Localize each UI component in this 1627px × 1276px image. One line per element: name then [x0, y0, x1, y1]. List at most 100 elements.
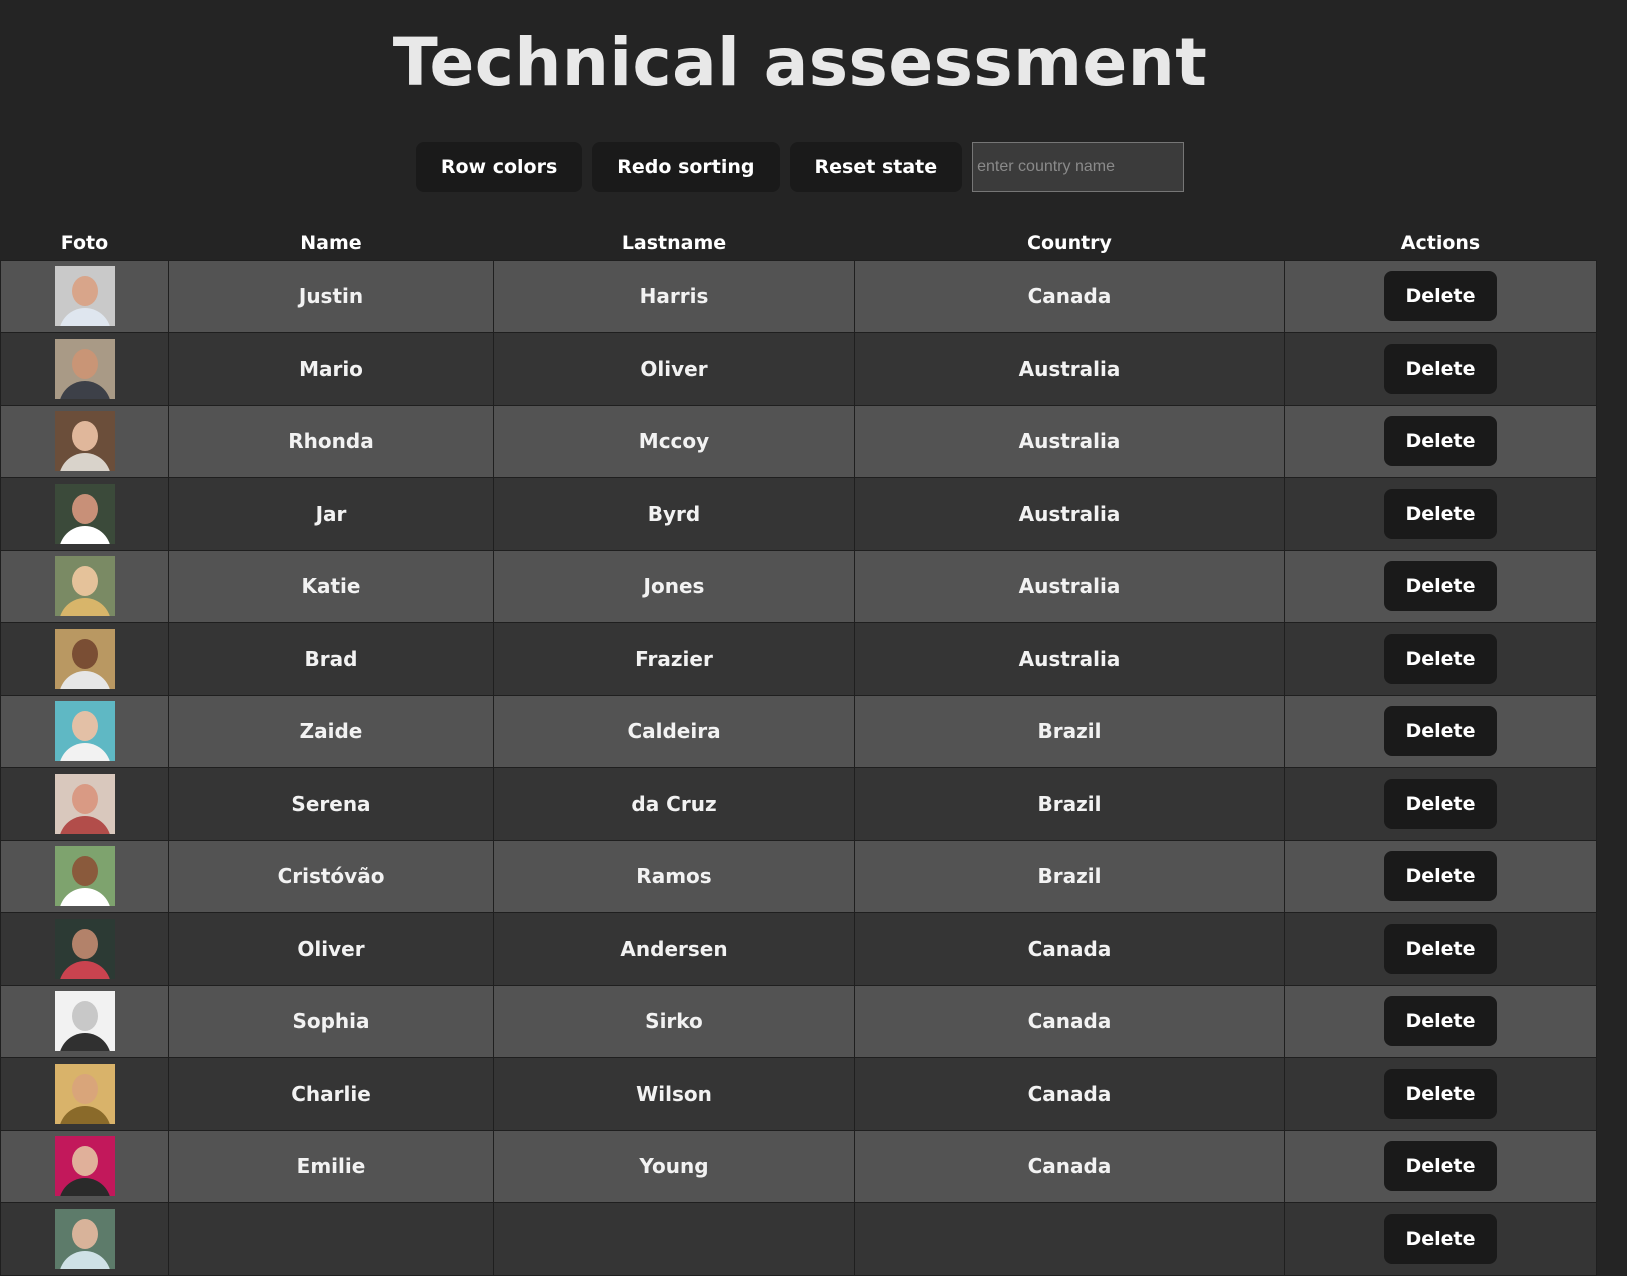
lastname-cell: Sirko: [493, 984, 855, 1058]
name-cell: Charlie: [168, 1057, 494, 1131]
name-cell: Jar: [168, 477, 494, 551]
photo-cell: [0, 259, 169, 333]
country-cell: Canada: [854, 259, 1285, 333]
country-cell: Brazil: [854, 694, 1285, 768]
country-cell: Brazil: [854, 839, 1285, 913]
page-title: Technical assessment: [392, 24, 1208, 101]
name-cell: Brad: [168, 622, 494, 696]
redo-sorting-button[interactable]: Redo sorting: [592, 142, 780, 192]
delete-button[interactable]: Delete: [1384, 488, 1497, 539]
table-row: Delete: [0, 1202, 1597, 1276]
delete-button[interactable]: Delete: [1384, 416, 1497, 467]
country-cell: Canada: [854, 1129, 1285, 1203]
delete-button[interactable]: Delete: [1384, 271, 1497, 322]
table-row: Sophia Sirko Canada Delete: [0, 984, 1597, 1058]
user-photo: [54, 991, 115, 1052]
photo-cell: [0, 332, 169, 406]
name-cell: Rhonda: [168, 404, 494, 478]
actions-cell: Delete: [1284, 477, 1597, 551]
photo-cell: [0, 1129, 169, 1203]
delete-button[interactable]: Delete: [1384, 851, 1497, 902]
country-cell: Australia: [854, 332, 1285, 406]
column-header-lastname[interactable]: Lastname: [494, 226, 855, 260]
name-cell: Justin: [168, 259, 494, 333]
name-cell: Zaide: [168, 694, 494, 768]
country-cell: Australia: [854, 404, 1285, 478]
table-row: Brad Frazier Australia Delete: [0, 622, 1597, 696]
name-cell: Katie: [168, 549, 494, 623]
table-row: Jar Byrd Australia Delete: [0, 477, 1597, 551]
actions-cell: Delete: [1284, 404, 1597, 478]
delete-button[interactable]: Delete: [1384, 923, 1497, 974]
table-body: Justin Harris Canada Delete Mario Oliver Austr…: [0, 259, 1597, 1276]
country-filter-input[interactable]: [972, 142, 1185, 192]
actions-cell: Delete: [1284, 549, 1597, 623]
photo-cell: [0, 1202, 169, 1276]
user-photo: [54, 1063, 115, 1124]
actions-cell: Delete: [1284, 1129, 1597, 1203]
user-photo: [54, 773, 115, 834]
reset-state-button[interactable]: Reset state: [789, 142, 963, 192]
user-photo: [54, 411, 115, 472]
delete-button[interactable]: Delete: [1384, 1213, 1497, 1264]
lastname-cell: Oliver: [493, 332, 855, 406]
user-photo: [54, 338, 115, 399]
column-header-foto[interactable]: Foto: [1, 226, 169, 260]
photo-cell: [0, 694, 169, 768]
photo-cell: [0, 767, 169, 841]
lastname-cell: Wilson: [493, 1057, 855, 1131]
user-photo: [54, 266, 115, 327]
name-cell: Mario: [168, 332, 494, 406]
actions-cell: Delete: [1284, 1202, 1597, 1276]
delete-button[interactable]: Delete: [1384, 706, 1497, 757]
column-header-country[interactable]: Country: [855, 226, 1285, 260]
toolbar: Row colors Redo sorting Reset state: [0, 142, 1600, 192]
table-row: Justin Harris Canada Delete: [0, 259, 1597, 333]
name-cell: Sophia: [168, 984, 494, 1058]
name-cell: Oliver: [168, 912, 494, 986]
table-row: Rhonda Mccoy Australia Delete: [0, 404, 1597, 478]
table-row: Serena da Cruz Brazil Delete: [0, 767, 1597, 841]
lastname-cell: Mccoy: [493, 404, 855, 478]
user-photo: [54, 701, 115, 762]
country-cell: Australia: [854, 477, 1285, 551]
delete-button[interactable]: Delete: [1384, 343, 1497, 394]
photo-cell: [0, 912, 169, 986]
delete-button[interactable]: Delete: [1384, 996, 1497, 1047]
country-cell: [854, 1202, 1285, 1276]
photo-cell: [0, 1057, 169, 1131]
actions-cell: Delete: [1284, 1057, 1597, 1131]
table-header-row: Foto Name Lastname Country Actions: [1, 226, 1597, 260]
name-cell: Serena: [168, 767, 494, 841]
actions-cell: Delete: [1284, 332, 1597, 406]
column-header-actions: Actions: [1400, 231, 1481, 254]
table-row: Zaide Caldeira Brazil Delete: [0, 694, 1597, 768]
column-header-name[interactable]: Name: [169, 226, 494, 260]
user-photo: [54, 918, 115, 979]
country-cell: Canada: [854, 984, 1285, 1058]
delete-button[interactable]: Delete: [1384, 1068, 1497, 1119]
user-photo: [54, 556, 115, 617]
photo-cell: [0, 477, 169, 551]
actions-cell: Delete: [1284, 694, 1597, 768]
user-photo: [54, 628, 115, 689]
delete-button[interactable]: Delete: [1384, 561, 1497, 612]
delete-button[interactable]: Delete: [1384, 778, 1497, 829]
table-row: Mario Oliver Australia Delete: [0, 332, 1597, 406]
user-photo: [54, 1136, 115, 1197]
delete-button[interactable]: Delete: [1384, 633, 1497, 684]
lastname-cell: Frazier: [493, 622, 855, 696]
delete-button[interactable]: Delete: [1384, 1141, 1497, 1192]
actions-cell: Delete: [1284, 767, 1597, 841]
actions-cell: Delete: [1284, 622, 1597, 696]
photo-cell: [0, 839, 169, 913]
table-row: Katie Jones Australia Delete: [0, 549, 1597, 623]
name-cell: Emilie: [168, 1129, 494, 1203]
user-photo: [54, 483, 115, 544]
actions-cell: Delete: [1284, 912, 1597, 986]
table-row: Cristóvão Ramos Brazil Delete: [0, 839, 1597, 913]
country-cell: Brazil: [854, 767, 1285, 841]
table-row: Oliver Andersen Canada Delete: [0, 912, 1597, 986]
lastname-cell: da Cruz: [493, 767, 855, 841]
row-colors-button[interactable]: Row colors: [415, 142, 583, 192]
